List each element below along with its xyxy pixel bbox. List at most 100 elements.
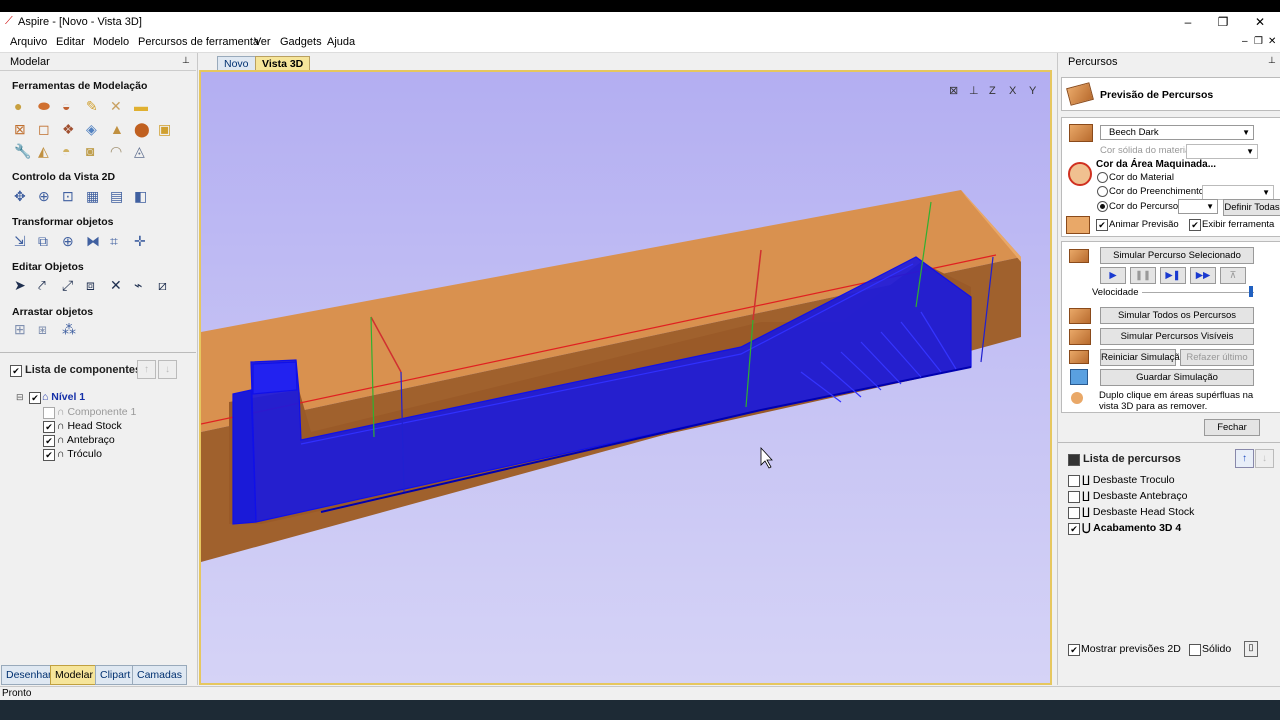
component-item[interactable]: ∩ Componente 1 xyxy=(57,406,136,418)
3d-scene[interactable]: ⊠ ⊥ Z X Y xyxy=(201,72,1050,683)
component-checkbox[interactable]: ✔ xyxy=(43,449,55,461)
toolpath-item[interactable]: ∐ Desbaste Antebraço xyxy=(1082,490,1187,502)
menu-ver[interactable]: Ver xyxy=(254,36,271,48)
component-checkbox[interactable]: ✔ xyxy=(43,435,55,447)
radio-toolpath-color[interactable] xyxy=(1097,201,1108,212)
simulate-selected-button[interactable]: Simular Percurso Selecionado xyxy=(1100,247,1254,264)
blend-icon[interactable]: ◈ xyxy=(86,121,102,137)
select-icon[interactable]: ➤ xyxy=(14,277,30,293)
pan-icon[interactable]: ✥ xyxy=(14,188,30,204)
maximize-button[interactable]: ❐ xyxy=(1209,14,1237,30)
menu-modelo[interactable]: Modelo xyxy=(93,36,129,48)
lock-icon[interactable]: ◙ xyxy=(86,143,102,159)
pyramid-icon[interactable]: ◭ xyxy=(38,143,54,159)
component-checkbox[interactable]: ✔ xyxy=(43,421,55,433)
component-item[interactable]: ∩ Tróculo xyxy=(57,448,102,460)
scale-icon[interactable]: ⧉ xyxy=(38,233,54,249)
drag-icon[interactable]: ⊞ xyxy=(14,321,30,337)
tab-modelar[interactable]: Modelar xyxy=(50,665,98,685)
layer-view-icon[interactable]: ◧ xyxy=(134,188,150,204)
align-icon[interactable]: ⌗ xyxy=(110,233,126,249)
mdi-restore-button[interactable]: ❐ xyxy=(1254,36,1263,47)
ungroup-icon[interactable]: ✕ xyxy=(110,277,126,293)
disc-icon[interactable]: ⬬ xyxy=(38,98,54,114)
zoom-box-icon[interactable]: ⊡ xyxy=(62,188,78,204)
close-button[interactable]: ✕ xyxy=(1246,14,1274,30)
sphere-icon[interactable]: ● xyxy=(14,98,30,114)
dome-icon[interactable]: ◓ xyxy=(62,143,78,159)
merge-icon[interactable]: ⧄ xyxy=(158,277,174,293)
mound-icon[interactable]: ◠ xyxy=(110,143,126,159)
toolpath-item[interactable]: ∐ Desbaste Troculo xyxy=(1082,474,1175,486)
toolpath-item[interactable]: ⋃ Acabamento 3D 4 xyxy=(1082,522,1181,534)
tab-camadas[interactable]: Camadas xyxy=(132,665,187,685)
pin-icon[interactable]: ⊥ xyxy=(1268,55,1276,66)
radio-fill-color[interactable] xyxy=(1097,186,1108,197)
menu-arquivo[interactable]: Arquivo xyxy=(10,36,47,48)
toolpath-checkbox[interactable] xyxy=(1068,507,1080,519)
component-checkbox[interactable] xyxy=(43,407,55,419)
toolpath-item[interactable]: ∐ Desbaste Head Stock xyxy=(1082,506,1194,518)
step-button[interactable]: ▶❚ xyxy=(1160,267,1186,284)
zoom-icon[interactable]: ⊕ xyxy=(38,188,54,204)
solid-checkbox[interactable] xyxy=(1189,644,1201,656)
fit-icon[interactable]: ▦ xyxy=(86,188,102,204)
node-edit-icon[interactable]: ⤤ xyxy=(38,277,54,293)
move-up-arrow-icon[interactable]: ↑ xyxy=(1235,449,1254,468)
weave-icon[interactable]: ✕ xyxy=(110,98,126,114)
view-orientation-icons[interactable]: ⊠ ⊥ Z X Y xyxy=(949,85,1037,97)
level-checkbox[interactable]: ✔ xyxy=(29,392,41,404)
rotate-icon[interactable]: ⊕ xyxy=(62,233,78,249)
material-dropdown[interactable]: Beech Dark ▼ xyxy=(1100,125,1254,140)
save-simulation-button[interactable]: Guardar Simulação xyxy=(1100,369,1254,386)
copy-icon[interactable]: ▯ xyxy=(1244,641,1258,657)
folder-icon[interactable]: ▬ xyxy=(134,98,150,114)
mirror-icon[interactable]: ⧓ xyxy=(86,233,102,249)
menu-editar[interactable]: Editar xyxy=(56,36,85,48)
mdi-close-button[interactable]: ✕ xyxy=(1268,36,1276,47)
fast-forward-button[interactable]: ▶▶ xyxy=(1190,267,1216,284)
transform-icon[interactable]: ⤢ xyxy=(62,277,78,293)
group-icon[interactable]: ⧈ xyxy=(86,277,102,293)
pause-button[interactable]: ❚❚ xyxy=(1130,267,1156,284)
move-icon[interactable]: ⇲ xyxy=(14,233,30,249)
tile-icon[interactable]: ▣ xyxy=(158,121,174,137)
texture-icon[interactable]: ❖ xyxy=(62,121,78,137)
mdi-minimize-button[interactable]: – xyxy=(1242,36,1248,47)
toolpath-checkbox[interactable] xyxy=(1068,475,1080,487)
radio-material-color[interactable] xyxy=(1097,172,1108,183)
extrude-icon[interactable]: ▲ xyxy=(110,121,126,137)
move-up-arrow-icon[interactable]: ↑ xyxy=(137,360,156,379)
grid-icon[interactable]: ▤ xyxy=(110,188,126,204)
minimize-button[interactable]: – xyxy=(1174,14,1202,30)
tree-collapse-icon[interactable]: ⊟ xyxy=(16,392,24,403)
solid-color-dropdown[interactable]: ▼ xyxy=(1186,144,1258,159)
cut-icon[interactable]: ⊠ xyxy=(14,121,30,137)
toolpath-color-dropdown[interactable]: ▼ xyxy=(1178,199,1218,214)
speed-slider-track[interactable] xyxy=(1142,292,1254,293)
shape-icon[interactable]: ◒ xyxy=(62,98,78,114)
component-item[interactable]: ∩ Antebraço xyxy=(57,434,115,446)
toolpath-checkbox[interactable]: ✔ xyxy=(1068,523,1080,535)
wand-icon[interactable]: ⌁ xyxy=(134,277,150,293)
components-checkbox[interactable]: ✔ xyxy=(10,365,22,377)
stop-button[interactable]: ⊼ xyxy=(1220,267,1246,284)
toolpath-checkbox[interactable] xyxy=(1068,491,1080,503)
move-down-arrow-icon[interactable]: ↓ xyxy=(158,360,177,379)
show-2d-checkbox[interactable]: ✔ xyxy=(1068,644,1080,656)
menu-gadgets[interactable]: Gadgets xyxy=(280,36,322,48)
array-icon[interactable]: ⁂ xyxy=(62,321,78,337)
speed-slider-thumb[interactable] xyxy=(1248,286,1253,297)
close-panel-button[interactable]: Fechar xyxy=(1204,419,1260,436)
animate-checkbox[interactable]: ✔ xyxy=(1096,219,1108,231)
simulate-visible-button[interactable]: Simular Percursos Visíveis xyxy=(1100,328,1254,345)
set-all-button[interactable]: Definir Todas xyxy=(1223,199,1280,216)
distort-icon[interactable]: ✛ xyxy=(134,233,150,249)
move-down-arrow-icon[interactable]: ↓ xyxy=(1255,449,1274,468)
reset-simulation-button[interactable]: Reiniciar Simulação xyxy=(1100,349,1185,366)
menu-ajuda[interactable]: Ajuda xyxy=(327,36,355,48)
tab-desenhar[interactable]: Desenhar xyxy=(1,665,57,685)
fill-color-dropdown[interactable]: ▼ xyxy=(1202,185,1274,200)
smooth-icon[interactable]: ⬤ xyxy=(134,121,150,137)
pin-icon[interactable]: ⊥ xyxy=(182,55,190,66)
